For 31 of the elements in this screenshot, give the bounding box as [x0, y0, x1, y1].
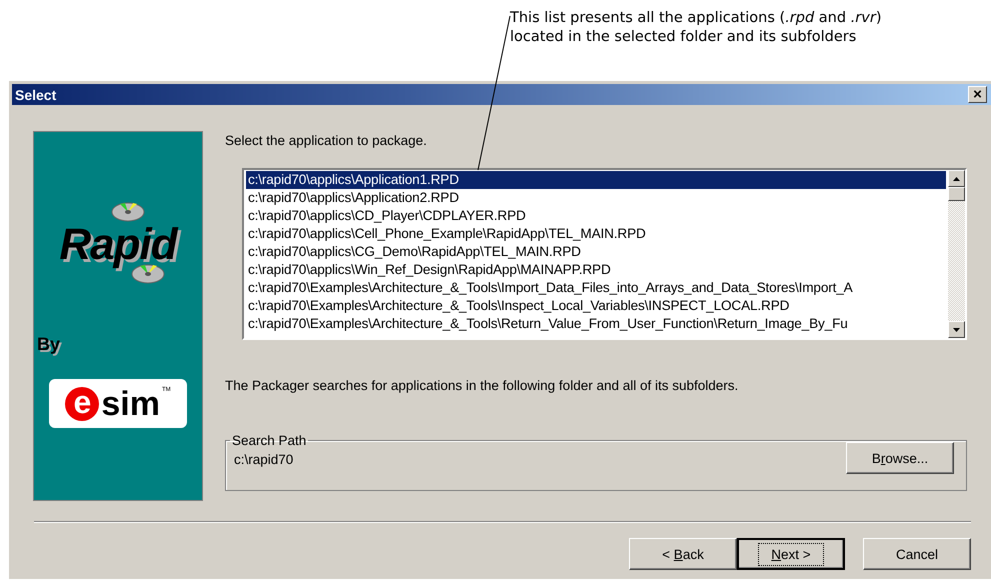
scroll-thumb[interactable] [948, 187, 965, 201]
scrollbar[interactable] [948, 170, 965, 338]
wizard-button[interactable]: Cancel [863, 538, 971, 570]
list-item[interactable]: c:\rapid70\applics\Win_Ref_Design\RapidApp\MAINAPP.RPD [246, 261, 946, 279]
wizard-button[interactable]: < Back [629, 538, 737, 570]
info-text: The Packager searches for applications in the following folder and all of its subfolders. [225, 378, 740, 393]
down-arrow-icon [953, 328, 960, 332]
scroll-down-button[interactable] [948, 321, 965, 338]
path-text: c:\rapid70 [234, 452, 294, 466]
logo-text: sim [101, 386, 160, 422]
logo-letter: e [65, 386, 100, 420]
scroll-up-button[interactable] [948, 170, 965, 187]
list-item[interactable]: c:\rapid70\Examples\Architecture_&_Tools\Return_Value_From_User_Function\Return_Image_By_Fu [246, 315, 946, 333]
browse-button[interactable]: Browse... [846, 442, 954, 474]
list-item[interactable]: c:\rapid70\Examples\Architecture_&_Tools\Inspect_Local_Variables\INSPECT_LOCAL.RPD [246, 297, 946, 315]
list-item[interactable]: c:\rapid70\applics\Cell_Phone_Example\RapidApp\TEL_MAIN.RPD [246, 225, 946, 243]
instruction-text: Select the application to package. [225, 133, 428, 148]
close-button[interactable]: × [968, 86, 987, 103]
list-item[interactable]: c:\rapid70\Examples\Architecture_&_Tools\Import_Data_Files_into_Arrays_and_Data_Stores\Import_A [246, 279, 946, 297]
disc-icon [110, 202, 145, 222]
group-label: Search Path [231, 433, 308, 448]
window-title: Select [15, 86, 56, 102]
list-item[interactable]: c:\rapid70\applics\CG_Demo\RapidApp\TEL_MAIN.RPD [246, 243, 946, 261]
list-item[interactable]: c:\rapid70\applics\Application1.RPD [246, 171, 946, 189]
by-label: By [37, 334, 60, 355]
product-logo-text: Rapid [59, 222, 177, 268]
wizard-button[interactable]: Next > [737, 538, 845, 570]
annotation-text: This list presents all the applications (.rpd and .rvr) located in the selected folder and its subfolders [510, 9, 882, 47]
up-arrow-icon [953, 176, 960, 180]
list-item[interactable]: c:\rapid70\applics\CD_Player\CDPLAYER.RPD [246, 207, 946, 225]
list-item[interactable]: c:\rapid70\applics\Application2.RPD [246, 189, 946, 207]
